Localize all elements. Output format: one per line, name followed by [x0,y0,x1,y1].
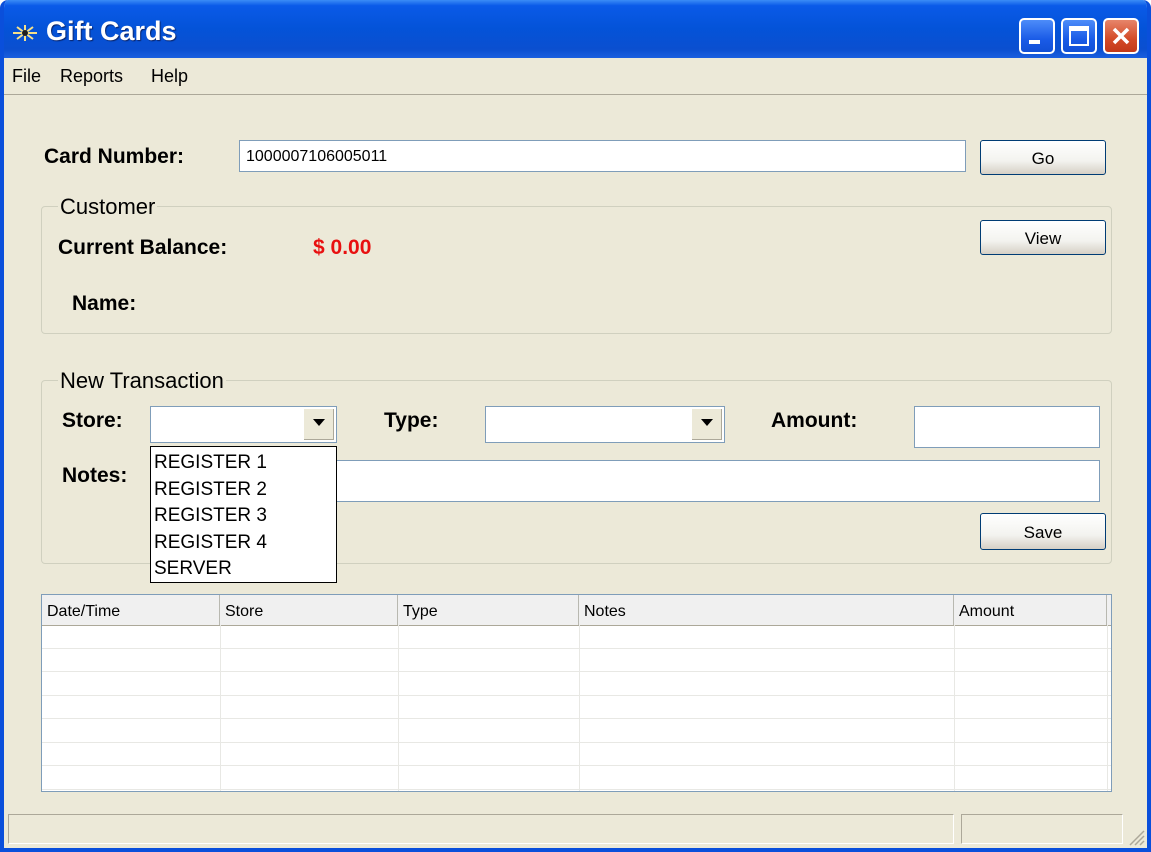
menu-file[interactable]: File [12,66,41,87]
maximize-button[interactable] [1061,18,1097,54]
list-header: Date/Time Store Type Notes Amount [42,595,1111,626]
new-transaction-legend: New Transaction [58,368,226,394]
column-header-amount[interactable]: Amount [954,595,1107,625]
resize-grip-icon[interactable] [1127,828,1145,846]
amount-label: Amount: [771,409,858,432]
current-balance-value: $ 0.00 [313,236,372,259]
store-option-server[interactable]: SERVER [154,556,336,583]
column-header-datetime[interactable]: Date/Time [42,595,220,625]
table-row [42,719,1111,743]
minimize-button[interactable] [1019,18,1055,54]
store-label: Store: [62,409,123,432]
store-dropdown-list: REGISTER 1 REGISTER 2 REGISTER 3 REGISTE… [150,446,337,583]
transaction-history-list[interactable]: Date/Time Store Type Notes Amount [41,594,1112,792]
card-number-input[interactable]: 1000007106005011 [239,140,966,172]
menu-bar: File Reports Help [4,58,1147,95]
customer-name-label: Name: [72,292,137,315]
table-row [42,743,1111,766]
close-icon [1112,27,1130,45]
title-bar[interactable]: Gift Cards [4,0,1147,58]
save-button[interactable]: Save [980,513,1106,550]
type-select[interactable] [485,406,725,443]
column-divider [398,625,399,791]
amount-input[interactable] [914,406,1100,448]
view-button[interactable]: View [980,220,1106,255]
window-title: Gift Cards [46,16,177,46]
table-row [42,672,1111,696]
store-option-register-4[interactable]: REGISTER 4 [154,530,336,557]
table-row [42,649,1111,672]
column-header-store[interactable]: Store [220,595,398,625]
column-header-type[interactable]: Type [398,595,579,625]
column-divider [579,625,580,791]
notes-label: Notes: [62,464,128,487]
column-header-notes[interactable]: Notes [579,595,954,625]
type-dropdown-button[interactable] [691,408,723,441]
chevron-down-icon [701,419,713,426]
customer-legend: Customer [58,194,158,220]
table-row [42,696,1111,719]
store-select[interactable] [150,406,337,443]
maximize-icon [1069,26,1089,46]
gift-card-app-icon [13,25,37,41]
column-divider [1107,625,1108,791]
go-button[interactable]: Go [980,140,1106,175]
menu-reports[interactable]: Reports [60,66,123,87]
column-divider [954,625,955,791]
status-panel-main [8,814,954,844]
list-body [42,625,1111,791]
store-option-register-2[interactable]: REGISTER 2 [154,477,336,504]
column-divider [220,625,221,791]
type-label: Type: [384,409,439,432]
store-option-register-3[interactable]: REGISTER 3 [154,503,336,530]
customer-group [41,206,1112,334]
table-row [42,766,1111,790]
status-panel-secondary [961,814,1123,844]
card-number-label: Card Number: [44,145,185,168]
menu-help[interactable]: Help [151,66,188,87]
store-option-register-1[interactable]: REGISTER 1 [154,450,336,477]
app-window: Gift Cards File Reports Help Card Number… [0,0,1151,852]
chevron-down-icon [313,419,325,426]
close-button[interactable] [1103,18,1139,54]
current-balance-label: Current Balance: [58,236,228,259]
store-dropdown-button[interactable] [303,408,335,441]
table-row [42,625,1111,649]
minimize-icon [1029,40,1040,44]
status-bar [4,810,1147,848]
